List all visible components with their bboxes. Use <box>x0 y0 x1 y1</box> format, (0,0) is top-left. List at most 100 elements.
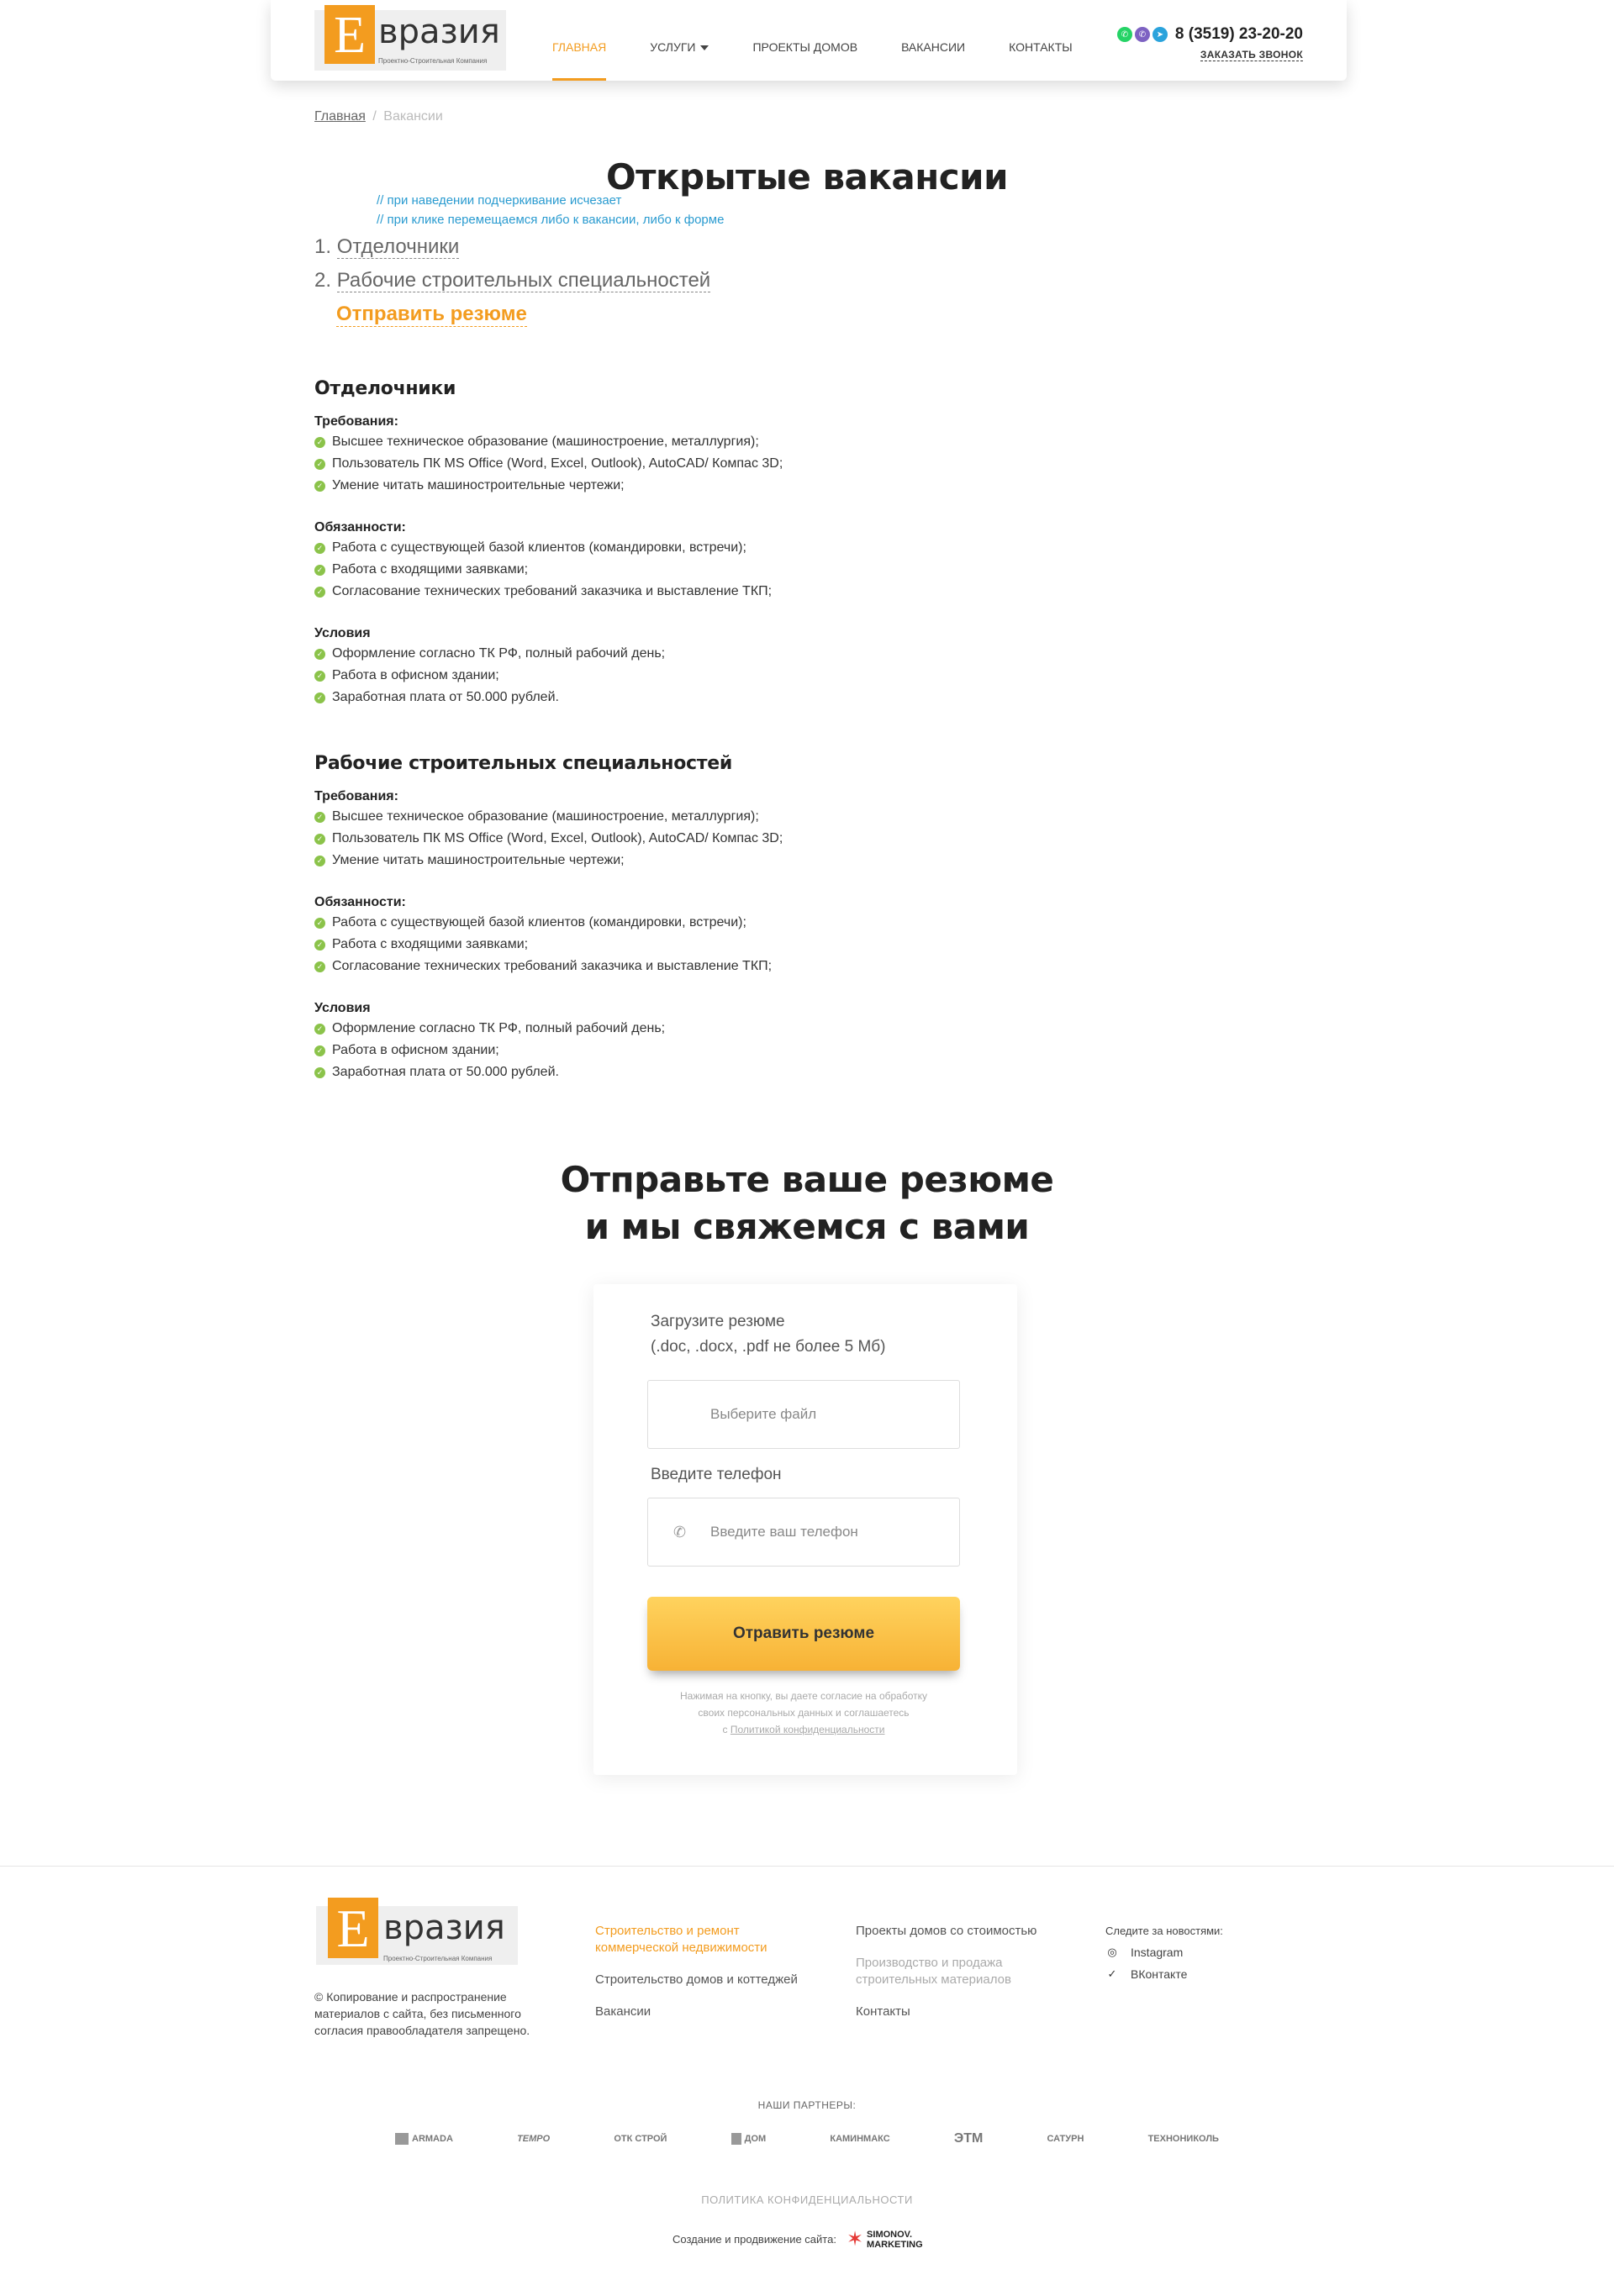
toc-link-construction-workers[interactable]: Рабочие строительных специальностей <box>336 269 711 292</box>
list-item: ✓ Работа в офисном здании; <box>314 665 1071 687</box>
breadcrumb-separator: / <box>372 109 377 124</box>
viber-icon[interactable]: ✆ <box>1134 27 1150 42</box>
list-item: ✓ Заработная плата от 50.000 рублей. <box>314 1061 1071 1083</box>
vk-icon: ✓ <box>1107 1967 1117 1980</box>
footer-col-1: Строительство и ремонт коммерческой недв… <box>595 1923 805 2035</box>
check-icon: ✓ <box>314 670 325 682</box>
phone-input[interactable]: ✆ Введите ваш телефон <box>647 1498 960 1567</box>
whatsapp-icon[interactable]: ✆ <box>1116 27 1132 42</box>
developer-logo[interactable]: ✶ SIMONOV. MARKETING <box>847 2227 923 2251</box>
footer-link-commercial[interactable]: Строительство и ремонт коммерческой недв… <box>595 1923 805 1956</box>
chevron-down-icon <box>700 45 709 51</box>
submit-resume-button[interactable]: Отравить резюме <box>647 1597 960 1671</box>
check-icon: ✓ <box>314 811 325 823</box>
social-instagram[interactable]: ◎ Instagram <box>1105 1946 1223 1959</box>
check-icon: ✓ <box>314 648 325 660</box>
toc-link-finishers[interactable]: Отделочники <box>336 235 460 259</box>
upload-label: Загрузите резюме (.doc, .docx, .pdf не б… <box>651 1309 886 1360</box>
form-section-title: Отправьте ваше резюме и мы свяжемся с ва… <box>0 1156 1614 1251</box>
check-icon: ✓ <box>314 1023 325 1035</box>
footer-link-house-projects[interactable]: Проекты домов со стоимостью <box>856 1923 1049 1940</box>
partner-logo: TEMPO <box>517 2134 551 2144</box>
instagram-icon: ◎ <box>1107 1946 1117 1958</box>
list-item: ✓ Работа в офисном здании; <box>314 1040 1071 1061</box>
list-item-text: Высшее техническое образование (машиност… <box>332 434 759 449</box>
list-item: ✓ Оформление согласно ТК РФ, полный рабоч… <box>314 643 1071 665</box>
footer-logo-subtitle: Проектно-Строительная Компания <box>383 1955 493 1962</box>
made-by-text: Создание и продвижение сайта: <box>672 2233 836 2246</box>
consent-note: Нажимая на кнопку, вы даете согласие на … <box>647 1688 960 1738</box>
duties-list: ✓ Работа с существующей базой клиентов (к… <box>314 537 1071 603</box>
header-phone[interactable]: 8 (3519) 23-20-20 <box>1175 25 1303 44</box>
check-icon: ✓ <box>314 586 325 598</box>
nav-house-projects[interactable]: Проекты домов <box>752 0 857 81</box>
list-item: ✓ Высшее техническое образование (машинос… <box>314 806 1071 828</box>
list-item-text: Высшее техническое образование (машиност… <box>332 809 759 824</box>
list-item-text: Согласование технических требований зака… <box>332 959 773 973</box>
nav-services-label: Услуги <box>650 40 696 54</box>
toc-link-send-resume[interactable]: Отправить резюме <box>336 303 527 327</box>
file-upload-field[interactable]: Выберите файл <box>647 1380 960 1449</box>
list-item-text: Пользователь ПК MS Office (Word, Excel, … <box>332 831 783 845</box>
list-item: ✓ Заработная плата от 50.000 рублей. <box>314 687 1071 708</box>
social-vk[interactable]: ✓ ВКонтакте <box>1105 1967 1223 1981</box>
footer-logo-text: вразия <box>383 1909 505 1947</box>
social-label: ВКонтакте <box>1131 1967 1188 1981</box>
list-item-text: Согласование технических требований зака… <box>332 584 773 598</box>
list-item-text: Умение читать машиностроительные чертежи… <box>332 853 625 867</box>
list-item-text: Работа с существующей базой клиентов (ко… <box>332 540 746 555</box>
footer-col-2: Проекты домов со стоимостью Производство… <box>856 1923 1049 2035</box>
list-item: ✓ Умение читать машиностроительные чертеж… <box>314 475 1071 497</box>
list-item-text: Оформление согласно ТК РФ, полный рабочи… <box>332 646 666 661</box>
list-item: ✓ Согласование технических требований зак… <box>314 956 1071 977</box>
footer-link-vacancies[interactable]: Вакансии <box>595 2004 805 2020</box>
logo-text: вразия <box>378 13 500 51</box>
phone-label: Введите телефон <box>651 1466 782 1483</box>
header-contacts: ✆ ✆ ➤ 8 (3519) 23-20-20 Заказать звонок <box>1116 25 1303 62</box>
footer-link-materials[interactable]: Производство и продажа строительных мате… <box>856 1955 1049 1988</box>
list-item-text: Умение читать машиностроительные чертежи… <box>332 478 625 492</box>
footer-link-houses[interactable]: Строительство домов и коттеджей <box>595 1972 805 1988</box>
check-icon: ✓ <box>314 917 325 929</box>
list-item-text: Заработная плата от 50.000 рублей. <box>332 1065 559 1079</box>
callback-link[interactable]: Заказать звонок <box>1200 49 1303 61</box>
check-icon: ✓ <box>314 436 325 448</box>
form-title-line-2: и мы свяжемся с вами <box>584 1206 1030 1247</box>
upload-label-line-1: Загрузите резюме <box>651 1313 785 1330</box>
list-item: ✓ Оформление согласно ТК РФ, полный рабоч… <box>314 1018 1071 1040</box>
nav-services[interactable]: Услуги <box>650 0 709 81</box>
breadcrumb: Главная / Вакансии <box>314 109 443 124</box>
footer-logo[interactable]: Е вразия Проектно-Строительная Компания <box>316 1898 518 1970</box>
made-by: Создание и продвижение сайта: ✶ SIMONOV.… <box>672 2227 923 2251</box>
check-icon: ✓ <box>314 939 325 951</box>
telegram-icon[interactable]: ➤ <box>1152 27 1168 42</box>
toc-item-number: 1. <box>314 235 332 258</box>
list-item: ✓ Пользователь ПК MS Office (Word, Excel,… <box>314 453 1071 475</box>
section-heading: Требования: <box>314 789 398 803</box>
star-icon: ✶ <box>846 2228 864 2251</box>
section-heading: Обязанности: <box>314 520 406 535</box>
footer-logo-letter: Е <box>328 1898 378 1958</box>
toc-item-number: 2. <box>314 269 332 292</box>
dev-note-hover: // при наведении подчеркивание исчезает <box>377 193 622 208</box>
conditions-list: ✓ Оформление согласно ТК РФ, полный рабоч… <box>314 1018 1071 1083</box>
partner-logo: ТЕХНОНИКОЛЬ <box>1147 2134 1219 2144</box>
vacancy-title: Отделочники <box>314 378 456 399</box>
list-item: ✓ Работа с существующей базой клиентов (к… <box>314 912 1071 934</box>
partner-logo: САТУРН <box>1047 2134 1084 2144</box>
requirements-list: ✓ Высшее техническое образование (машинос… <box>314 431 1071 497</box>
footer-link-contacts[interactable]: Контакты <box>856 2004 1049 2020</box>
logo[interactable]: Е вразия Проектно-Строительная Компания <box>314 5 506 71</box>
form-title-line-1: Отправьте ваше резюме <box>560 1159 1054 1200</box>
partner-logo: ЭТМ <box>953 2131 984 2146</box>
partners-row: ARMADA TEMPO ОТК СТРОЙ ДОМ КАМИНМАКС ЭТМ… <box>395 2131 1219 2146</box>
main-nav: Главная Услуги Проекты домов Вакансии Ко… <box>552 0 1116 81</box>
list-item-text: Работа с входящими заявками; <box>332 562 529 577</box>
section-heading: Обязанности: <box>314 895 406 909</box>
privacy-policy-link[interactable]: Политикой конфиденциальности <box>731 1724 885 1735</box>
nav-vacancies[interactable]: Вакансии <box>901 0 965 81</box>
nav-home[interactable]: Главная <box>552 0 607 81</box>
footer-privacy-policy-link[interactable]: Политика конфиденциальности <box>0 2193 1614 2206</box>
nav-contacts[interactable]: Контакты <box>1009 0 1073 81</box>
breadcrumb-home[interactable]: Главная <box>314 109 366 124</box>
